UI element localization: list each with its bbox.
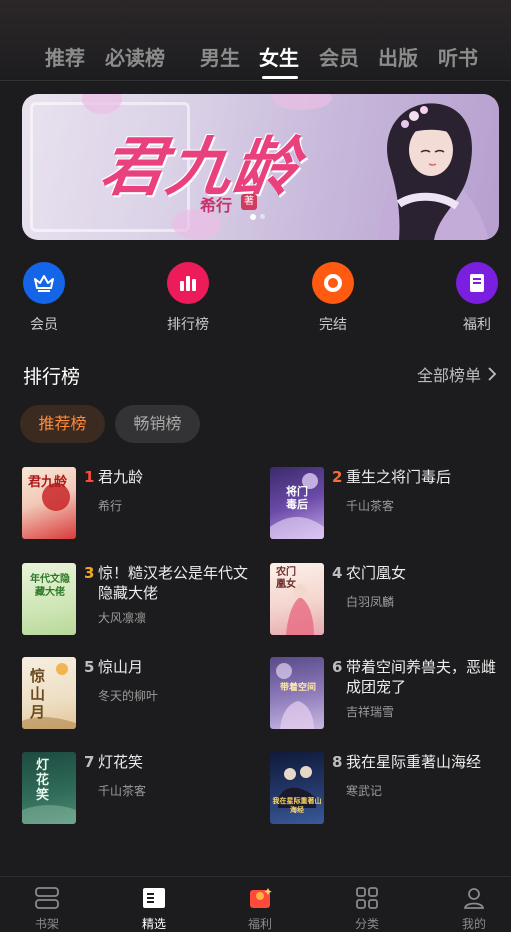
all-rankings-label: 全部榜单 [416,366,481,385]
quick-link-label: 福利 [463,317,491,333]
crown-icon [23,262,65,304]
cover-title: 君九龄 [28,475,68,490]
pagination-dot [260,214,265,219]
quick-link-vip[interactable]: 会员 [14,262,74,334]
nav-label: 分类 [354,917,379,931]
book-cover: 灯花笑 [22,752,76,824]
section-title: 排行榜 [23,366,81,388]
quick-link-ranking[interactable]: 排行榜 [158,262,218,334]
open-book-icon [140,885,168,911]
tab-publish[interactable]: 出版 [378,42,418,71]
list-item[interactable]: 君九龄 1 君九龄 希行 [22,467,257,542]
all-rankings-link[interactable]: 全部榜单 [417,362,497,386]
book-cover: 我在星际重著山海经 [270,752,324,824]
banner-pagination [250,213,265,220]
book-cover: 农门凰女 [270,563,324,635]
book-title: 带着空间养兽夫，恶雌成团宠了 [346,658,497,696]
rank-number: 5 [84,658,95,676]
book-author: 希行 [98,499,123,513]
quick-link-benefits[interactable]: 福利 [447,262,507,334]
list-item[interactable]: 惊山月 5 惊山月 冬天的柳叶 [22,657,257,732]
list-item[interactable]: 我在星际重著山海经 8 我在星际重著山海经 寒武记 [270,752,505,827]
book-cover: 年代文隐藏大佬 [22,563,76,635]
nav-profile[interactable]: 我的 [444,885,504,932]
cover-title: 惊山月 [30,667,46,721]
book-author: 千山茶客 [346,499,395,513]
quick-link-label: 完结 [319,317,347,333]
list-item[interactable]: 灯花笑 7 灯花笑 千山茶客 [22,752,257,827]
book-title: 君九龄 [98,468,144,486]
book-title: 农门凰女 [346,564,407,582]
book-cover: 带着空间 [270,657,324,729]
nav-featured[interactable]: 精选 [124,885,184,932]
bottom-navigation: 书架 精选 福利 分类 我的 [0,876,511,932]
book-author: 大风凛凛 [98,611,147,625]
nav-label: 我的 [461,917,486,931]
rank-number: 7 [84,753,95,771]
banner-author: 希行 [200,196,233,215]
book-cover: 将门毒后 [270,467,324,539]
nav-benefits[interactable]: 福利 [230,885,290,932]
bookshelf-icon [33,885,61,911]
chip-bestselling[interactable]: 畅销榜 [115,405,200,443]
nav-category[interactable]: 分类 [337,885,397,932]
list-item[interactable]: 将门毒后 2 重生之将门毒后 千山茶客 [270,467,505,542]
nav-label: 精选 [141,917,166,931]
quick-link-label: 会员 [30,317,58,333]
rank-number: 2 [332,468,343,486]
top-tab-bar: 推荐 必读榜 男生 女生 会员 出版 听书 [0,0,511,81]
active-tab-indicator [262,76,298,79]
ring-icon [312,262,354,304]
tab-vip[interactable]: 会员 [319,42,359,71]
list-item[interactable]: 带着空间 6 带着空间养兽夫，恶雌成团宠了 吉祥瑞雪 [270,657,505,732]
book-author: 吉祥瑞雪 [346,705,395,719]
book-title: 重生之将门毒后 [346,468,452,486]
rank-number: 4 [332,564,343,582]
cover-title: 带着空间 [280,683,317,693]
rank-number: 8 [332,753,343,771]
tab-male[interactable]: 男生 [200,42,240,71]
rank-number: 6 [332,658,343,676]
blossom-decor [272,94,332,110]
chip-recommended[interactable]: 推荐榜 [20,405,105,443]
banner-author-seal: 著 [241,194,257,210]
book-cover: 君九龄 [22,467,76,539]
list-item[interactable]: 农门凰女 4 农门凰女 白羽凤麟 [270,563,505,638]
grid-icon [353,885,381,911]
book-author: 冬天的柳叶 [98,689,159,703]
rank-number: 1 [84,468,95,486]
rank-number: 3 [84,564,95,582]
tab-recommend[interactable]: 推荐 [45,42,85,71]
book-title: 惊！糙汉老公是年代文隐藏大佬 [98,564,249,602]
cover-title: 我在星际重著山海经 [272,796,322,814]
tab-female[interactable]: 女生 [259,42,299,71]
chevron-right-icon [488,367,497,381]
tab-audio[interactable]: 听书 [438,42,478,71]
book-cover: 惊山月 [22,657,76,729]
book-author: 寒武记 [346,784,383,798]
list-item[interactable]: 年代文隐藏大佬 3 惊！糙汉老公是年代文隐藏大佬 大风凛凛 [22,563,257,638]
cover-title: 年代文隐藏大佬 [30,574,70,598]
nav-label: 书架 [34,917,59,931]
cover-title: 农门凰女 [276,567,296,590]
book-title: 我在星际重著山海经 [346,753,482,771]
book-title: 灯花笑 [98,753,144,771]
user-icon [460,885,488,911]
book-author: 白羽凤麟 [346,595,395,609]
book-author: 千山茶客 [98,784,147,798]
quick-link-label: 排行榜 [167,317,209,333]
bar-chart-icon [167,262,209,304]
cover-title: 灯花笑 [36,758,50,803]
quick-link-completed[interactable]: 完结 [303,262,363,334]
banner-illustration [379,103,489,240]
gift-card-icon [456,262,498,304]
nav-bookshelf[interactable]: 书架 [17,885,77,932]
cover-title: 将门毒后 [286,485,308,511]
tab-must-read[interactable]: 必读榜 [105,42,165,71]
nav-label: 福利 [247,917,272,931]
book-title: 惊山月 [98,658,144,676]
red-envelope-icon [246,885,274,911]
pagination-dot [250,213,256,220]
